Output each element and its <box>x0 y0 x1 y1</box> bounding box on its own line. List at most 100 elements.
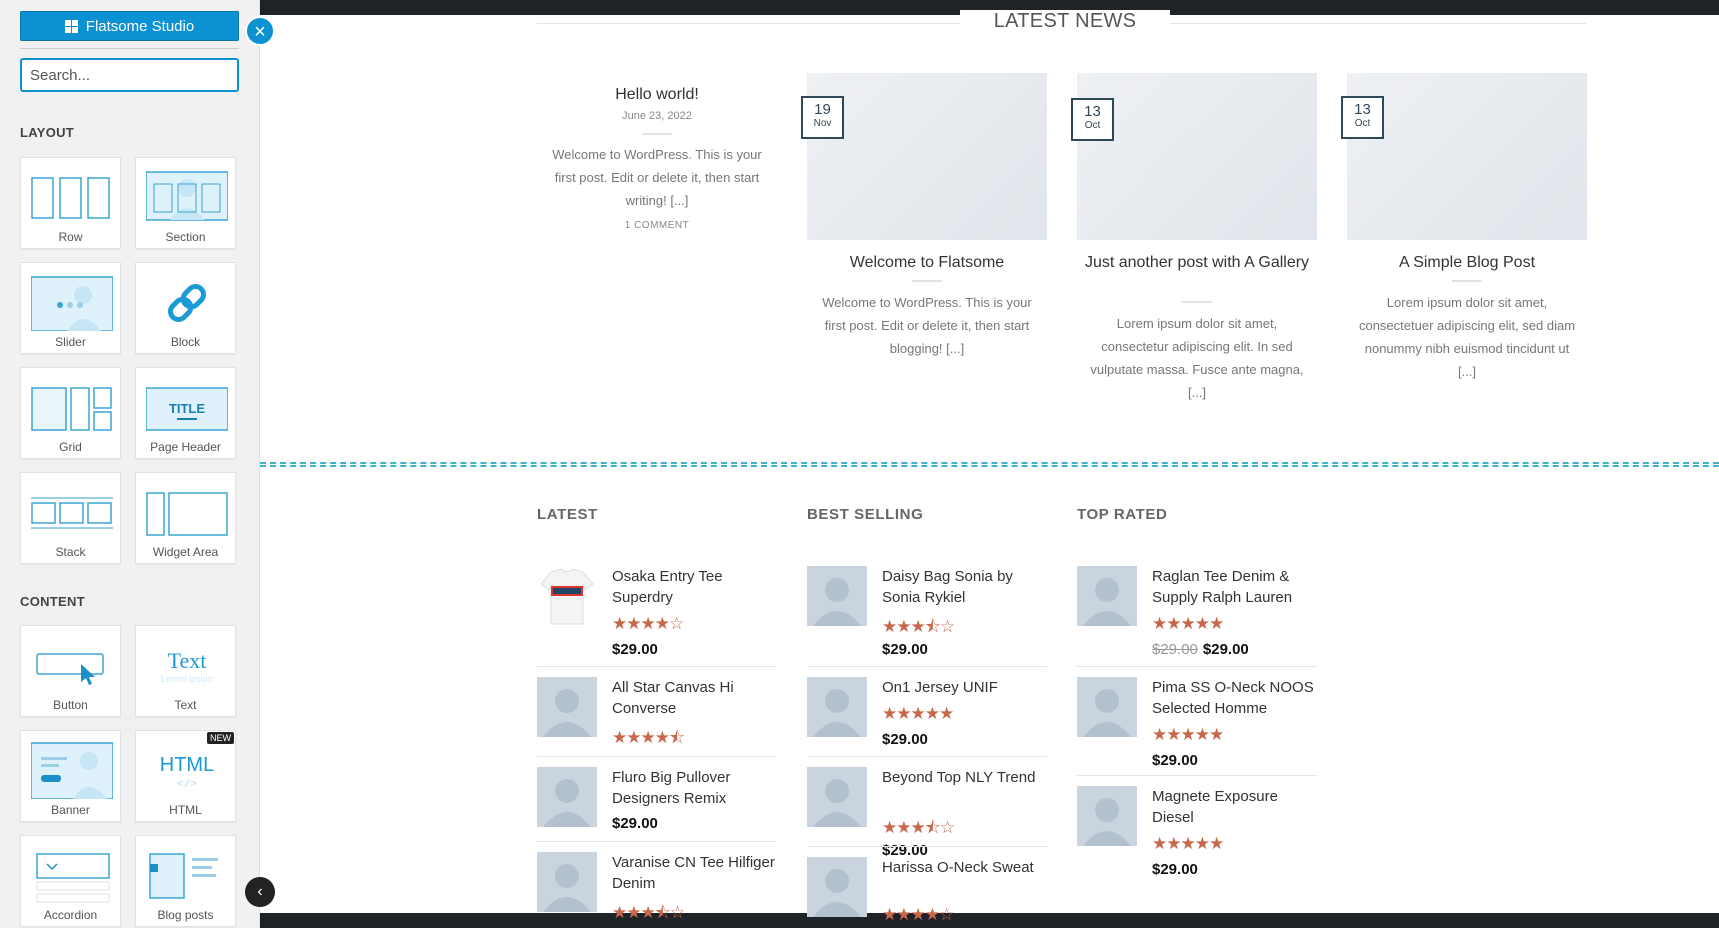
widget-area-icon <box>146 492 228 536</box>
product-name[interactable]: Harissa O-Neck Sweat <box>882 857 1047 878</box>
svg-text:TITLE: TITLE <box>169 401 205 416</box>
product-placeholder-icon <box>807 566 867 626</box>
product-name[interactable]: Varanise CN Tee Hilfiger Denim <box>612 852 777 894</box>
product-name[interactable]: Fluro Big Pullover Designers Remix <box>612 767 777 809</box>
element-row[interactable]: Row <box>20 157 121 249</box>
best-selling-title: BEST SELLING <box>807 506 924 523</box>
product-placeholder-icon <box>1077 566 1137 626</box>
product-thumbnail[interactable] <box>1077 566 1137 626</box>
post-divider <box>912 280 942 282</box>
post-title[interactable]: Welcome to Flatsome <box>807 252 1047 273</box>
product-thumbnail[interactable] <box>807 857 867 917</box>
button-icon <box>36 653 104 685</box>
tile-label: Slider <box>55 335 86 349</box>
layout-section-title: LAYOUT <box>20 125 75 140</box>
tile-label: Row <box>58 230 83 244</box>
collapse-sidebar-button[interactable]: ‹ <box>245 877 275 907</box>
product-name[interactable]: Magnete Exposure Diesel <box>1152 786 1317 828</box>
product-thumbnail[interactable] <box>807 767 867 827</box>
tile-label: Stack <box>55 545 86 559</box>
svg-text:Lorem ipsum: Lorem ipsum <box>161 674 213 684</box>
element-accordion[interactable]: Accordion <box>20 835 121 927</box>
product-price: $29.00 <box>882 731 928 748</box>
element-text[interactable]: Text Lorem ipsum Text <box>135 625 236 717</box>
product-divider <box>807 756 1047 757</box>
post-excerpt: Lorem ipsum dolor sit amet, consectetuer… <box>1358 295 1576 379</box>
product-name[interactable]: On1 Jersey UNIF <box>882 677 1047 698</box>
rating-stars: ★★★★☆ <box>612 614 684 633</box>
post-divider <box>642 133 672 135</box>
element-stack[interactable]: Stack <box>20 472 121 564</box>
product-thumbnail[interactable] <box>1077 677 1137 737</box>
product-price: $29.00 <box>1152 752 1198 769</box>
section-icon <box>146 171 228 221</box>
post-excerpt: Welcome to WordPress. This is your first… <box>822 295 1032 356</box>
close-sidebar-button[interactable]: × <box>245 16 275 46</box>
rating-stars: ★★★★★ <box>882 704 954 723</box>
element-banner[interactable]: Banner <box>20 730 121 822</box>
latest-news-title: LATEST NEWS <box>960 10 1170 33</box>
tile-label: HTML <box>169 803 202 817</box>
studio-button-label: Flatsome Studio <box>85 17 195 35</box>
search-input[interactable] <box>20 58 239 92</box>
close-icon: × <box>254 21 266 43</box>
post-title[interactable]: A Simple Blog Post <box>1347 252 1587 273</box>
element-widget-area[interactable]: Widget Area <box>135 472 236 564</box>
flatsome-studio-button[interactable]: Flatsome Studio <box>20 11 239 41</box>
title-line-right <box>1130 23 1586 24</box>
product-name[interactable]: All Star Canvas Hi Converse <box>612 677 777 719</box>
block-link-icon <box>168 284 206 322</box>
rating-stars: ★★★★⯪ <box>612 728 685 747</box>
product-thumbnail[interactable] <box>807 566 867 626</box>
product-name[interactable]: Daisy Bag Sonia by Sonia Rykiel <box>882 566 1047 608</box>
text-icon: TextLorem ipsum <box>161 648 213 684</box>
builder-sidebar: Flatsome Studio LAYOUT Row Section Slide… <box>0 0 260 928</box>
element-grid[interactable]: Grid <box>20 367 121 459</box>
current-price: $29.00 <box>612 641 658 658</box>
element-section[interactable]: Section <box>135 157 236 249</box>
current-price: $29.00 <box>612 815 658 832</box>
page-header-icon: TITLE <box>146 387 228 431</box>
product-thumbnail[interactable] <box>807 677 867 737</box>
divider <box>20 48 239 49</box>
element-button[interactable]: Button <box>20 625 121 717</box>
tile-label: Page Header <box>150 440 221 454</box>
stack-icon <box>31 497 113 529</box>
post-title[interactable]: Just another post with A Gallery <box>1077 252 1317 273</box>
element-page-header[interactable]: TITLE Page Header <box>135 367 236 459</box>
product-thumbnail[interactable] <box>1077 786 1137 846</box>
svg-text:HTML: HTML <box>160 754 214 776</box>
product-divider <box>537 756 777 757</box>
product-name[interactable]: Beyond Top NLY Trend <box>882 767 1047 788</box>
product-placeholder-icon <box>537 677 597 737</box>
product-name[interactable]: Osaka Entry Tee Superdry <box>612 566 777 608</box>
product-thumbnail[interactable] <box>537 852 597 912</box>
section-divider <box>260 462 1719 467</box>
product-price: $29.00 <box>882 641 928 658</box>
top-rated-title: TOP RATED <box>1077 506 1168 523</box>
svg-text:</>: </> <box>177 779 197 791</box>
tile-label: Blog posts <box>157 908 214 922</box>
element-blog-posts[interactable]: Blog posts <box>135 835 236 927</box>
product-name[interactable]: Pima SS O-Neck NOOS Selected Homme <box>1152 677 1317 719</box>
product-thumbnail[interactable] <box>537 767 597 827</box>
product-divider <box>807 846 1047 847</box>
element-slider[interactable]: Slider <box>20 262 121 354</box>
product-thumbnail[interactable] <box>537 566 597 626</box>
product-price: $29.00 <box>612 815 658 832</box>
product-divider <box>1077 666 1317 667</box>
element-html[interactable]: NEW HTML </> HTML <box>135 730 236 822</box>
tile-label: Widget Area <box>152 545 219 559</box>
blog-posts-icon <box>149 853 218 899</box>
rating-stars: ★★★★★ <box>1152 614 1224 633</box>
product-price: $29.00 <box>1152 861 1198 878</box>
post-title[interactable]: Hello world! <box>537 84 777 105</box>
latest-products-title: LATEST <box>537 506 598 523</box>
element-block[interactable]: Block <box>135 262 236 354</box>
bottom-bar <box>260 913 1719 928</box>
post-comments[interactable]: 1 COMMENT <box>537 220 777 231</box>
svg-text:Text: Text <box>168 648 207 673</box>
product-divider <box>537 666 777 667</box>
product-name[interactable]: Raglan Tee Denim & Supply Ralph Lauren <box>1152 566 1317 608</box>
product-thumbnail[interactable] <box>537 677 597 737</box>
